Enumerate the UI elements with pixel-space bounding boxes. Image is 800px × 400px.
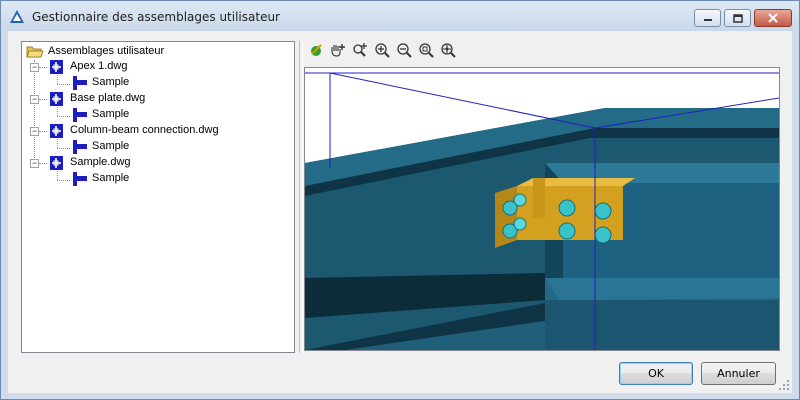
assembly-icon: [73, 140, 87, 154]
zoom-in-icon: [375, 43, 390, 58]
tree-connector: [57, 84, 70, 85]
ok-button[interactable]: OK: [619, 362, 693, 385]
maximize-icon: [732, 13, 743, 23]
tree-assembly-label[interactable]: Sample: [92, 108, 129, 120]
resize-grip-icon[interactable]: [778, 379, 790, 391]
zoom-out-button[interactable]: [394, 40, 414, 60]
panel-splitter[interactable]: [299, 41, 303, 353]
tree-connector: [57, 180, 70, 181]
connection-3d-scene: [305, 68, 779, 350]
tree-expander[interactable]: −: [30, 127, 39, 136]
tree-connector: [57, 148, 70, 149]
assembly-icon: [73, 76, 87, 90]
tree-connector: [39, 131, 47, 132]
tree-expander[interactable]: −: [30, 95, 39, 104]
tree-file-label[interactable]: Base plate.dwg: [70, 92, 145, 104]
tree-file-label[interactable]: Sample.dwg: [70, 156, 131, 168]
maximize-button[interactable]: [724, 9, 751, 27]
tree-file-label[interactable]: Column-beam connection.dwg: [70, 124, 219, 136]
dwg-file-icon: [50, 156, 63, 170]
zoom-out-icon: [397, 43, 412, 58]
tree-assembly-label[interactable]: Sample: [92, 76, 129, 88]
assembly-icon: [73, 108, 87, 122]
tree-connector: [39, 163, 47, 164]
tree-connector: [39, 99, 47, 100]
open-folder-icon: [26, 46, 44, 58]
zoom-extents-icon: [419, 43, 434, 58]
tree-assembly-label[interactable]: Sample: [92, 140, 129, 152]
dwg-file-icon: [50, 124, 63, 138]
dialog-body: Assemblages utilisateur − Apex 1.dwg Sam…: [8, 31, 792, 393]
tree-file-label[interactable]: Apex 1.dwg: [70, 60, 127, 72]
title-bar[interactable]: Gestionnaire des assemblages utilisateur: [1, 1, 799, 31]
tree-expander[interactable]: −: [30, 159, 39, 168]
preview-viewport[interactable]: [304, 67, 780, 351]
tree-connector: [57, 139, 58, 148]
view-toolbar: [304, 40, 484, 62]
pan-button[interactable]: [328, 40, 348, 60]
assembly-tree[interactable]: Assemblages utilisateur − Apex 1.dwg Sam…: [21, 41, 295, 353]
app-logo-icon: [10, 10, 24, 23]
zoom-window-button[interactable]: [350, 40, 370, 60]
tree-connector: [57, 75, 58, 84]
window-title: Gestionnaire des assemblages utilisateur: [32, 10, 280, 24]
pan-icon: [331, 44, 345, 57]
close-icon: [768, 13, 778, 23]
zoom-realtime-icon: [441, 43, 456, 58]
dwg-file-icon: [50, 60, 63, 74]
tree-connector: [57, 107, 58, 116]
minimize-icon: [703, 19, 712, 21]
render-style-icon: [311, 44, 322, 56]
tree-connector: [57, 171, 58, 180]
dwg-file-icon: [50, 92, 63, 106]
assembly-icon: [73, 172, 87, 186]
tree-connector: [34, 60, 35, 164]
tree-root-label[interactable]: Assemblages utilisateur: [48, 45, 164, 57]
dialog-window: Gestionnaire des assemblages utilisateur…: [0, 0, 800, 400]
tree-expander[interactable]: −: [30, 63, 39, 72]
tree-assembly-label[interactable]: Sample: [92, 172, 129, 184]
minimize-button[interactable]: [694, 9, 721, 27]
cancel-button[interactable]: Annuler: [701, 362, 776, 385]
tree-connector: [39, 67, 47, 68]
zoom-in-button[interactable]: [372, 40, 392, 60]
close-button[interactable]: [754, 9, 792, 27]
tree-connector: [57, 116, 70, 117]
zoom-realtime-button[interactable]: [438, 40, 458, 60]
zoom-extents-button[interactable]: [416, 40, 436, 60]
render-style-button[interactable]: [306, 40, 326, 60]
zoom-window-icon: [353, 43, 367, 57]
